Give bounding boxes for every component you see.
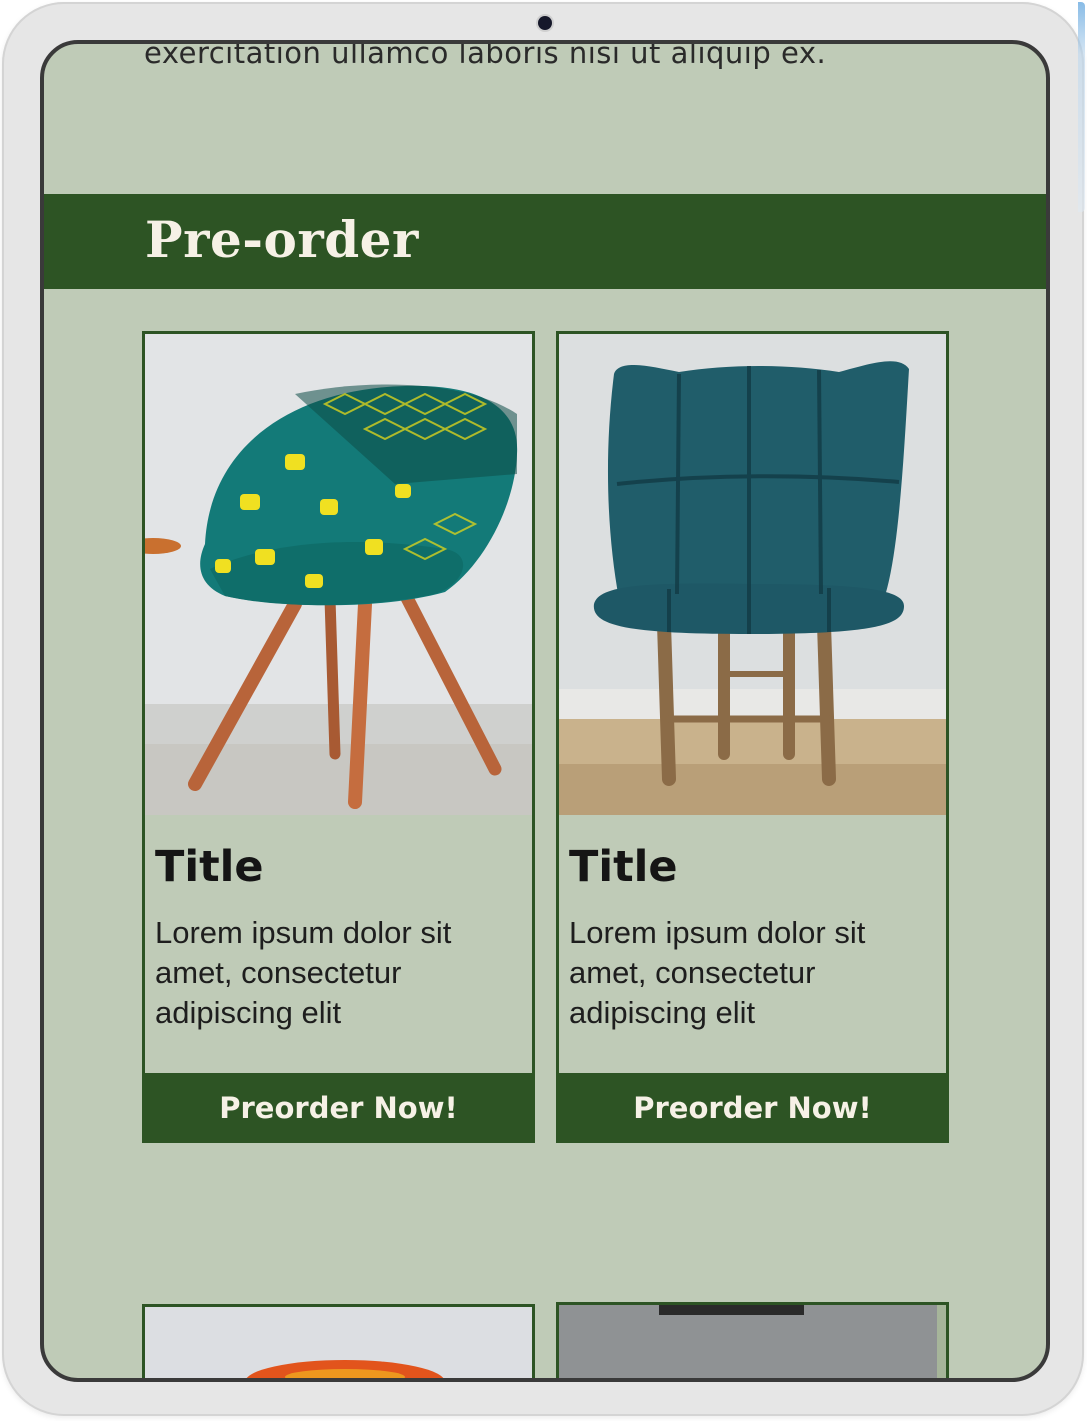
product-card: Title Lorem ipsum dolor sit amet, consec… [556,331,949,1143]
preorder-button[interactable]: Preorder Now! [142,1073,535,1143]
card-description: Lorem ipsum dolor sit amet, consectetur … [155,915,452,1030]
camera-icon [538,16,552,30]
preorder-section-header: Pre-order [44,194,1046,289]
intro-text: exercitation ullamco laboris nisi ut ali… [144,40,827,70]
product-card: Title Lorem ipsum dolor sit amet, consec… [142,331,535,1143]
card-title: Title [569,842,678,892]
tablet-screen: exercitation ullamco laboris nisi ut ali… [40,40,1050,1382]
next-product-card [142,1304,535,1378]
patterned-armchair-image [145,334,532,815]
section-title: Pre-order [145,210,419,269]
card-title: Title [155,842,264,892]
quilted-teal-chair-image [559,334,946,815]
preorder-button[interactable]: Preorder Now! [556,1073,949,1143]
side-button [1078,2,1085,212]
card-description: Lorem ipsum dolor sit amet, consectetur … [569,915,866,1030]
next-product-card [556,1302,949,1378]
